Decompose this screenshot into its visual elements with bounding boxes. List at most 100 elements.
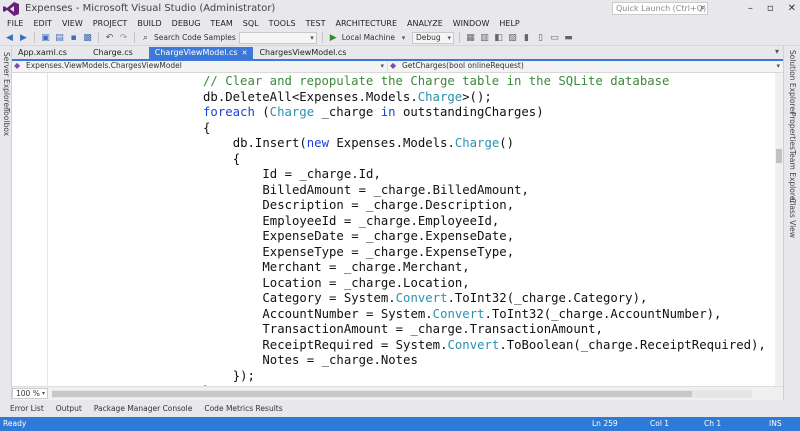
visual-studio-logo-icon bbox=[3, 1, 19, 16]
code-line[interactable]: ReceiptRequired = System.Convert.ToBoole… bbox=[262, 338, 765, 353]
code-editor[interactable]: // Clear and repopulate the Charge table… bbox=[12, 73, 775, 386]
code-line[interactable]: }); bbox=[233, 369, 255, 384]
quick-launch-placeholder: Quick Launch (Ctrl+Q) bbox=[616, 4, 707, 13]
code-line[interactable]: AccountNumber = System.Convert.ToInt32(_… bbox=[262, 307, 721, 322]
open-file-icon[interactable]: ▤ bbox=[54, 32, 65, 43]
tab-label: App.xaml.cs bbox=[18, 48, 67, 57]
code-line[interactable]: Id = _charge.Id, bbox=[262, 167, 380, 182]
menu-file[interactable]: FILE bbox=[2, 19, 28, 28]
tab-package-manager-console[interactable]: Package Manager Console bbox=[88, 404, 199, 413]
save-icon[interactable]: ▪ bbox=[68, 32, 79, 43]
type-navigation-combo[interactable]: ◆ Expenses.ViewModels.ChargesViewModel ▾ bbox=[12, 61, 388, 72]
code-token: // Clear and repopulate the Charge table… bbox=[203, 74, 670, 88]
code-line[interactable]: Notes = _charge.Notes bbox=[262, 353, 417, 368]
run-target-label[interactable]: Local Machine bbox=[342, 33, 395, 42]
menu-sql[interactable]: SQL bbox=[238, 19, 264, 28]
menu-team[interactable]: TEAM bbox=[205, 19, 237, 28]
redo-icon[interactable]: ↷ bbox=[118, 32, 129, 43]
vertical-scrollbar[interactable] bbox=[775, 73, 783, 386]
right-tool-strip: Solution Explorer Properties Team Explor… bbox=[783, 46, 800, 400]
code-token: ReceiptRequired = System. bbox=[262, 337, 448, 352]
bookmark-next-icon[interactable]: ▯ bbox=[535, 32, 546, 43]
tab-label: ChargesViewModel.cs bbox=[259, 48, 347, 57]
status-character: Ch 1 bbox=[704, 419, 722, 428]
horizontal-scrollbar[interactable] bbox=[52, 389, 752, 398]
bookmark-icon[interactable]: ▮ bbox=[521, 32, 532, 43]
code-line[interactable]: db.Insert(new Expenses.Models.Charge() bbox=[233, 136, 514, 151]
chevron-down-icon: ▾ bbox=[310, 33, 314, 42]
properties-tab[interactable]: Properties bbox=[788, 112, 797, 150]
toolbar-action-icon[interactable]: ◧ bbox=[493, 32, 504, 43]
tab-chargeviewmodel-cs[interactable]: ChargeViewModel.cs ✕ bbox=[148, 47, 254, 59]
code-line[interactable]: Description = _charge.Description, bbox=[262, 198, 514, 213]
back-icon[interactable]: ◀ bbox=[4, 32, 15, 43]
comment-icon[interactable]: ▭ bbox=[549, 32, 560, 43]
zoom-level-combo[interactable]: 100 % ▾ bbox=[12, 388, 48, 399]
toolbar-action-icon[interactable]: ▦ bbox=[465, 32, 476, 43]
start-debugging-icon[interactable]: ▶ bbox=[328, 32, 339, 43]
tab-output[interactable]: Output bbox=[50, 404, 88, 413]
server-explorer-tab[interactable]: Server Explorer bbox=[2, 52, 11, 110]
configuration-combo[interactable]: Debug ▾ bbox=[411, 31, 454, 44]
run-target-dropdown-icon[interactable]: ▾ bbox=[398, 32, 409, 43]
tab-charge-cs[interactable]: Charge.cs bbox=[87, 47, 139, 59]
tool-window-tabs: Error List Output Package Manager Consol… bbox=[0, 400, 800, 417]
code-line[interactable]: Merchant = _charge.Merchant, bbox=[262, 260, 469, 275]
code-line[interactable]: Category = System.Convert.ToInt32(_charg… bbox=[262, 291, 647, 306]
menu-test[interactable]: TEST bbox=[301, 19, 331, 28]
tab-code-metrics-results[interactable]: Code Metrics Results bbox=[198, 404, 288, 413]
code-line[interactable]: foreach (Charge _charge in outstandingCh… bbox=[203, 105, 544, 120]
code-line[interactable]: { bbox=[203, 121, 210, 136]
tab-overflow-dropdown-icon[interactable]: ▾ bbox=[775, 47, 779, 56]
team-explorer-tab[interactable]: Team Explorer bbox=[788, 150, 797, 203]
toolbar-action-icon[interactable]: ▥ bbox=[479, 32, 490, 43]
tab-error-list[interactable]: Error List bbox=[4, 404, 50, 413]
code-token: }); bbox=[232, 368, 255, 383]
member-navigation-combo[interactable]: ◆ GetCharges(bool onlineRequest) ▾ bbox=[388, 61, 783, 72]
close-tab-icon[interactable]: ✕ bbox=[242, 49, 248, 57]
code-line[interactable]: EmployeeId = _charge.EmployeeId, bbox=[262, 214, 499, 229]
undo-icon[interactable]: ↶ bbox=[104, 32, 115, 43]
chevron-down-icon: ▾ bbox=[41, 390, 45, 397]
code-line[interactable]: ExpenseDate = _charge.ExpenseDate, bbox=[262, 229, 514, 244]
close-icon[interactable]: ✕ bbox=[788, 3, 796, 14]
save-all-icon[interactable]: ▩ bbox=[82, 32, 93, 43]
tab-chargesviewmodel-cs[interactable]: ChargesViewModel.cs bbox=[253, 47, 352, 59]
code-token: Expenses.Models. bbox=[328, 136, 455, 150]
toolbox-tab[interactable]: Toolbox bbox=[2, 108, 11, 136]
code-line[interactable]: // Clear and repopulate the Charge table… bbox=[203, 74, 669, 89]
search-code-samples-label[interactable]: Search Code Samples bbox=[154, 33, 236, 42]
menu-analyze[interactable]: ANALYZE bbox=[402, 19, 448, 28]
code-line[interactable]: db.DeleteAll<Expenses.Models.Charge>(); bbox=[203, 90, 492, 105]
code-token: { bbox=[232, 151, 241, 166]
code-line[interactable]: { bbox=[233, 152, 240, 167]
code-line[interactable]: Location = _charge.Location, bbox=[262, 276, 469, 291]
vertical-scrollbar-thumb[interactable] bbox=[776, 149, 782, 163]
horizontal-scrollbar-thumb[interactable] bbox=[52, 390, 692, 397]
quick-launch-input[interactable]: Quick Launch (Ctrl+Q) ⌕ bbox=[612, 2, 708, 15]
class-view-tab[interactable]: Class View bbox=[788, 198, 797, 238]
tab-label: Charge.cs bbox=[92, 48, 133, 57]
menu-help[interactable]: HELP bbox=[494, 19, 524, 28]
menu-build[interactable]: BUILD bbox=[132, 19, 166, 28]
maximize-icon[interactable]: ▫ bbox=[767, 3, 774, 14]
toolbar-action-icon[interactable]: ▧ bbox=[507, 32, 518, 43]
code-line[interactable]: ExpenseType = _charge.ExpenseType, bbox=[262, 245, 514, 260]
menu-project[interactable]: PROJECT bbox=[88, 19, 133, 28]
solution-explorer-tab[interactable]: Solution Explorer bbox=[788, 50, 797, 114]
tab-app-xaml-cs[interactable]: App.xaml.cs bbox=[12, 47, 73, 59]
menu-tools[interactable]: TOOLS bbox=[264, 19, 301, 28]
code-line[interactable]: TransactionAmount = _charge.TransactionA… bbox=[262, 322, 603, 337]
code-token: Charge bbox=[454, 136, 500, 150]
code-line[interactable]: BilledAmount = _charge.BilledAmount, bbox=[262, 183, 529, 198]
menu-edit[interactable]: EDIT bbox=[28, 19, 56, 28]
search-code-samples-combo[interactable]: ▾ bbox=[238, 31, 317, 44]
new-project-icon[interactable]: ▣ bbox=[40, 32, 51, 43]
menu-window[interactable]: WINDOW bbox=[448, 19, 495, 28]
menu-debug[interactable]: DEBUG bbox=[167, 19, 206, 28]
menu-architecture[interactable]: ARCHITECTURE bbox=[331, 19, 402, 28]
forward-icon[interactable]: ▶ bbox=[18, 32, 29, 43]
minimize-icon[interactable]: – bbox=[748, 3, 753, 14]
menu-view[interactable]: VIEW bbox=[57, 19, 88, 28]
uncomment-icon[interactable]: ▬ bbox=[563, 32, 574, 43]
